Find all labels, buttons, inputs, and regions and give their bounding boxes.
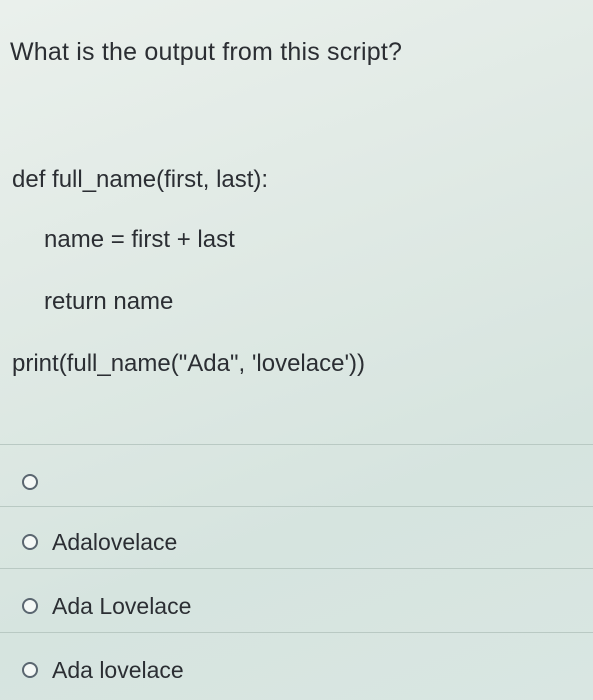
answer-option-3[interactable]: Ada Lovelace [22, 586, 191, 626]
code-line-print: print(full_name("Ada", 'lovelace')) [12, 350, 366, 377]
option-label: Ada Lovelace [52, 592, 192, 619]
quiz-screen: What is the output from this script? def… [0, 0, 593, 700]
option-label: Adalovelace [52, 528, 178, 555]
divider [0, 444, 593, 445]
divider [0, 506, 593, 507]
code-line-return: return name [44, 288, 174, 315]
radio-button-icon[interactable] [22, 598, 38, 614]
divider [0, 632, 593, 633]
answer-option-1[interactable] [22, 462, 52, 502]
divider [0, 568, 593, 569]
radio-button-icon[interactable] [22, 474, 38, 490]
code-line-def: def full_name(first, last): [12, 166, 269, 193]
answer-option-4[interactable]: Ada lovelace [22, 650, 184, 690]
radio-button-icon[interactable] [22, 662, 38, 678]
question-text: What is the output from this script? [10, 38, 403, 66]
answer-option-2[interactable]: Adalovelace [22, 522, 177, 562]
option-label: Ada lovelace [52, 656, 184, 683]
radio-button-icon[interactable] [22, 534, 38, 550]
code-line-assign: name = first + last [44, 226, 235, 253]
